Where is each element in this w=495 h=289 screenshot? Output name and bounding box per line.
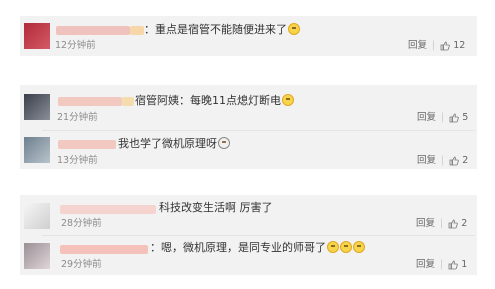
reply-button[interactable]: 回复 [416, 259, 435, 271]
avatar[interactable] [24, 23, 50, 49]
like-count: 2 [462, 155, 469, 166]
like-button[interactable]: 5 [449, 112, 468, 125]
username-redacted[interactable] [60, 205, 156, 214]
divider: | [441, 112, 445, 124]
reply-divider [42, 235, 475, 236]
divider: | [440, 259, 444, 271]
like-button[interactable]: 2 [448, 218, 467, 231]
like-button[interactable]: 1 [448, 259, 467, 272]
avatar[interactable] [24, 94, 50, 120]
like-count: 5 [462, 112, 469, 123]
comment-actions: 回复 | 2 [416, 218, 467, 231]
username-redacted[interactable] [56, 26, 130, 35]
comment-actions: 回复 | 1 [416, 259, 467, 272]
comment-text: 科技改变生活啊 厉害了 [159, 201, 273, 214]
like-button[interactable]: 2 [449, 155, 468, 168]
comment-time: 29分钟前 [61, 259, 102, 270]
comment-card-1: ：重点是宿管不能随便进来了 12分钟前 回复 | 12 [20, 16, 477, 56]
comment-time: 12分钟前 [55, 40, 96, 51]
smiley-emoji-icon [340, 241, 352, 253]
like-count: 2 [461, 218, 468, 229]
reply-button[interactable]: 回复 [417, 155, 436, 167]
divider: | [440, 218, 444, 230]
username-redacted[interactable] [60, 245, 148, 254]
comment-actions: 回复 | 2 [417, 155, 468, 168]
username-redacted-tail [130, 26, 144, 35]
divider: | [441, 155, 445, 167]
reply-divider [42, 130, 475, 131]
comment-actions: 回复 | 12 [408, 40, 465, 53]
smiley-emoji-icon [282, 94, 294, 106]
thumbs-up-icon [440, 41, 450, 51]
smiley-emoji-icon [288, 23, 300, 35]
comment-text: 我也学了微机原理呀 [118, 137, 230, 151]
divider: | [432, 40, 436, 52]
reply-button[interactable]: 回复 [416, 218, 435, 230]
like-count: 1 [461, 259, 468, 270]
username-redacted[interactable] [58, 97, 122, 106]
thumbs-up-icon [449, 156, 459, 166]
comment-text: ：嗯，微机原理，是同专业的师哥了 [150, 241, 365, 255]
thumbs-up-icon [448, 219, 458, 229]
smiley-emoji-icon [353, 241, 365, 253]
comment-text: ：重点是宿管不能随便进来了 [144, 23, 300, 37]
thumbs-up-icon [448, 260, 458, 270]
username-redacted[interactable] [58, 140, 116, 149]
comment-card-2: 宿管阿姨：每晚11点熄灯断电 21分钟前 回复 | 5 我也学了微机原理呀 13分钟… [20, 85, 477, 169]
like-count: 12 [453, 40, 466, 51]
avatar[interactable] [24, 137, 50, 163]
comment-actions: 回复 | 5 [417, 112, 468, 125]
reply-button[interactable]: 回复 [408, 40, 427, 52]
comment-time: 21分钟前 [57, 112, 98, 123]
username-redacted-tail [122, 97, 134, 106]
avatar[interactable] [24, 203, 50, 229]
reply-button[interactable]: 回复 [417, 112, 436, 124]
smiley-emoji-icon [327, 241, 339, 253]
like-button[interactable]: 12 [440, 40, 465, 53]
comment-card-3: 科技改变生活啊 厉害了 28分钟前 回复 | 2 ：嗯，微机原理，是同专业的师哥了 … [20, 195, 477, 275]
avatar[interactable] [24, 243, 50, 269]
comment-time: 13分钟前 [57, 155, 98, 166]
comment-text: 宿管阿姨：每晚11点熄灯断电 [135, 94, 294, 108]
comment-time: 28分钟前 [61, 218, 102, 229]
thumbs-up-icon [449, 113, 459, 123]
tearful-emoji-icon [218, 137, 230, 149]
